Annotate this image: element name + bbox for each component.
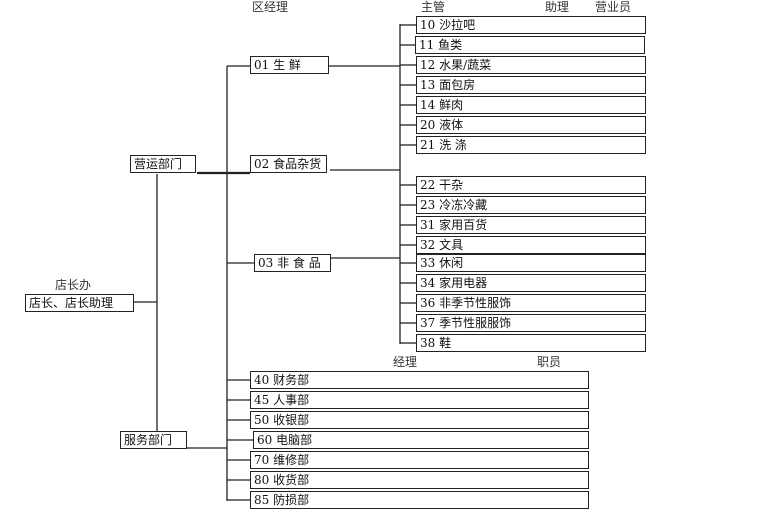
service-unit-box: 45 人事部	[250, 391, 589, 409]
service-dept-box: 服务部门	[120, 431, 187, 449]
section-box: 32 文具	[416, 236, 646, 254]
header-district-manager: 区经理	[252, 0, 289, 14]
section-box: 11 鱼类	[415, 36, 645, 54]
service-unit-box: 50 收银部	[250, 411, 589, 429]
division-box: 01 生 鲜	[250, 56, 329, 74]
store-office-box: 店长、店长助理	[25, 294, 134, 312]
service-unit-box: 40 财务部	[250, 371, 589, 389]
section-box: 21 洗 涤	[416, 136, 646, 154]
section-box: 34 家用电器	[416, 274, 646, 292]
service-unit-box: 85 防损部	[250, 491, 589, 509]
service-unit-box: 80 收货部	[250, 471, 589, 489]
division-box: 03 非 食 品	[254, 254, 331, 272]
header-salesperson: 营业员	[595, 0, 632, 14]
service-unit-box: 60 电脑部	[253, 431, 589, 449]
section-box: 31 家用百货	[416, 216, 646, 234]
section-box: 12 水果/蔬菜	[416, 56, 646, 74]
org-chart: 区经理 主管 助理 营业员 经理 职员 店长办 店长、店长助理 营运部门 服务部…	[0, 0, 762, 513]
service-unit-box: 70 维修部	[250, 451, 589, 469]
store-office-label: 店长办	[55, 278, 92, 292]
header-staff: 职员	[537, 355, 562, 369]
section-box: 22 干杂	[416, 176, 646, 194]
section-box: 23 冷冻冷藏	[416, 196, 646, 214]
section-box: 36 非季节性服饰	[416, 294, 646, 312]
section-box: 14 鲜肉	[416, 96, 646, 114]
section-box: 38 鞋	[416, 334, 646, 352]
header-manager: 经理	[393, 355, 418, 369]
section-box: 33 休闲	[416, 254, 646, 272]
section-box: 37 季节性服服饰	[416, 314, 646, 332]
header-supervisor: 主管	[421, 0, 446, 14]
section-box: 20 液体	[416, 116, 646, 134]
operations-dept-box: 营运部门	[130, 155, 196, 173]
header-assistant: 助理	[545, 0, 570, 14]
division-box: 02 食品杂货	[250, 155, 327, 173]
section-box: 13 面包房	[416, 76, 646, 94]
section-box: 10 沙拉吧	[416, 16, 646, 34]
